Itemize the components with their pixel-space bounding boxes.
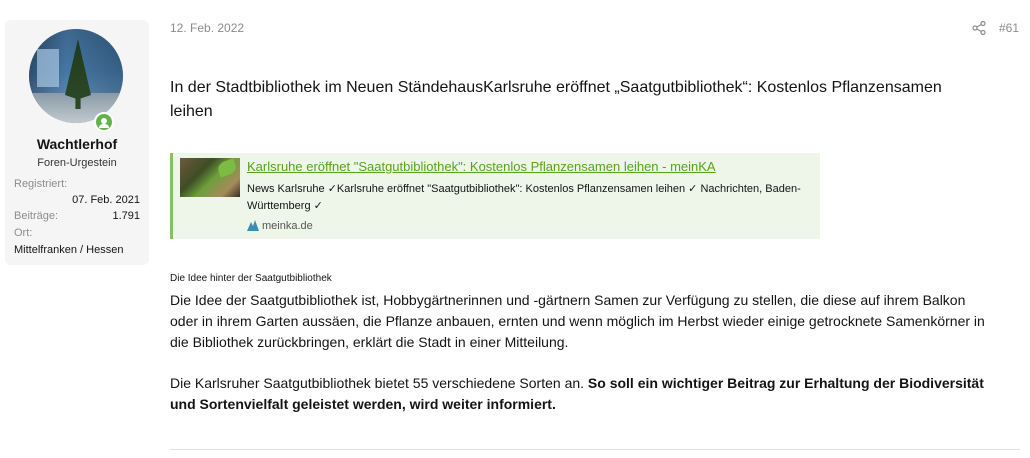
avatar[interactable] xyxy=(29,29,123,123)
post-number-link[interactable]: #61 xyxy=(999,21,1019,35)
registered-label: Registriert: xyxy=(14,178,68,190)
embed-title-link[interactable]: Karlsruhe eröffnet "Saatgutbibliothek": … xyxy=(247,159,716,174)
paragraph-2-plain: Die Karlsruher Saatgutbibliothek bietet … xyxy=(170,375,588,391)
sub-heading: Die Idee hinter der Saatgutbibliothek xyxy=(170,273,332,284)
user-info-card: Wachtlerhof Foren-Urgestein Registriert:… xyxy=(5,20,149,265)
post-divider xyxy=(170,449,1020,450)
username-link[interactable]: Wachtlerhof xyxy=(5,136,149,152)
paragraph-2: Die Karlsruher Saatgutbibliothek bietet … xyxy=(170,373,990,415)
registered-value: 07. Feb. 2021 xyxy=(72,194,140,206)
online-status-icon xyxy=(94,112,114,132)
embed-thumbnail[interactable] xyxy=(180,158,240,197)
posts-label: Beiträge: xyxy=(14,210,59,222)
posts-stat: Beiträge: 1.791 xyxy=(14,210,140,222)
location-label: Ort: xyxy=(14,227,33,239)
paragraph-1: Die Idee der Saatgutbibliothek ist, Hobb… xyxy=(170,292,985,350)
site-favicon-icon xyxy=(247,220,259,231)
post-date-link[interactable]: 12. Feb. 2022 xyxy=(170,21,244,35)
embed-site-name: meinka.de xyxy=(262,220,313,232)
avatar-container[interactable] xyxy=(29,29,123,132)
post-heading: In der Stadtbibliothek im Neuen Ständeha… xyxy=(170,79,942,120)
user-title: Foren-Urgestein xyxy=(37,157,117,169)
share-icon[interactable] xyxy=(972,21,986,35)
location-value: Mittelfranken / Hessen xyxy=(14,244,124,256)
embed-description: News Karlsruhe ✓Karlsruhe eröffnet "Saat… xyxy=(247,183,801,212)
posts-value[interactable]: 1.791 xyxy=(112,210,140,222)
link-preview-embed[interactable]: Karlsruhe eröffnet "Saatgutbibliothek": … xyxy=(170,153,820,239)
